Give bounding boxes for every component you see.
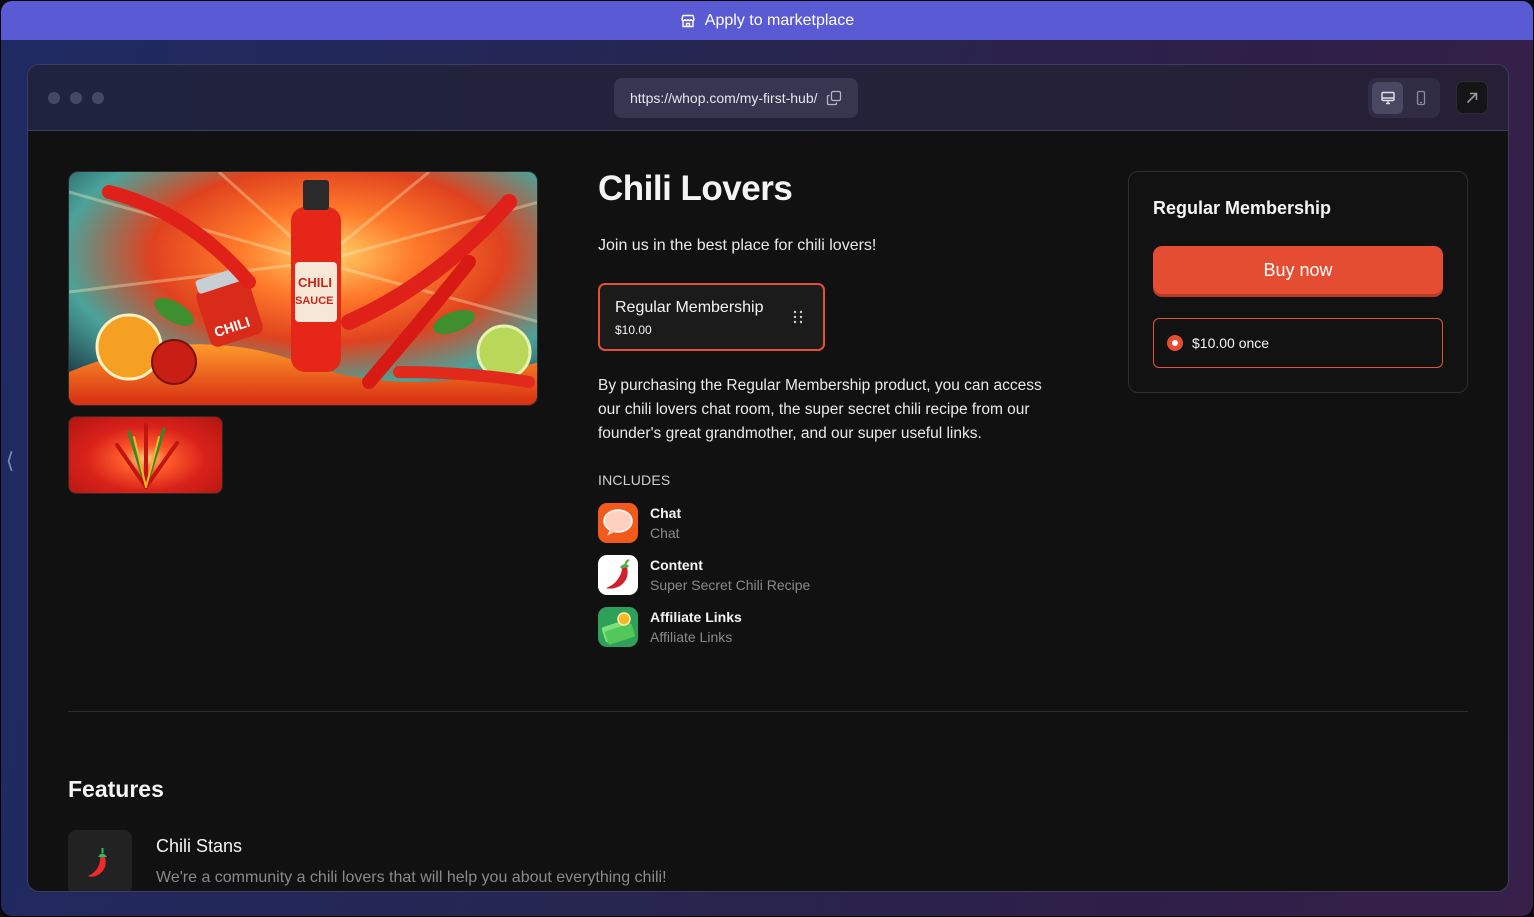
svg-text:CHILI: CHILI (298, 275, 332, 290)
includes-item-subtitle: Affiliate Links (650, 629, 733, 645)
apply-to-marketplace-banner[interactable]: Apply to marketplace (1, 1, 1533, 40)
includes-item-subtitle: Super Secret Chili Recipe (650, 577, 811, 593)
arrow-up-right-icon (1466, 92, 1478, 103)
price-option-once[interactable]: $10.00 once (1153, 318, 1443, 368)
window-dot (48, 92, 60, 104)
section-divider (68, 711, 1468, 712)
desktop-view-button[interactable] (1372, 82, 1403, 114)
product-tagline: Join us in the best place for chili love… (598, 237, 877, 254)
buy-now-button[interactable]: Buy now (1153, 246, 1443, 294)
includes-item-title: Affiliate Links (650, 609, 742, 625)
product-description: By purchasing the Regular Membership pro… (598, 377, 1042, 442)
radio-selected[interactable] (1167, 335, 1183, 351)
chevron-left-icon: ⟨ (5, 448, 15, 473)
product-hero-image[interactable]: CHILI CHILI SAUCE (68, 171, 538, 406)
url-text: https://whop.com/my-first-hub/ (630, 90, 818, 106)
drag-handle-icon[interactable] (792, 309, 804, 325)
app-frame: Apply to marketplace ⟨ https://whop.com/… (0, 0, 1534, 917)
preview-window: https://whop.com/my-first-hub/ CHILI CHI… (27, 64, 1509, 892)
checkout-title: Regular Membership (1153, 198, 1332, 218)
storefront-icon (681, 14, 695, 27)
chili-sauce-illustration: CHILI CHILI SAUCE (69, 172, 537, 405)
plan-card-regular-membership[interactable]: Regular Membership $10.00 (598, 283, 825, 351)
plan-price: $10.00 (615, 323, 652, 337)
sidebar-toggle[interactable]: ⟨ (3, 441, 17, 481)
mobile-view-button[interactable] (1405, 82, 1436, 114)
feature-item-chili-stans[interactable]: Chili Stans We're a community a chili lo… (68, 830, 768, 891)
monitor-icon (1380, 91, 1395, 105)
chili-pepper-icon (598, 555, 638, 595)
svg-text:SAUCE: SAUCE (295, 295, 334, 307)
chili-burst-thumbnail (115, 423, 179, 489)
includes-item-title: Content (650, 557, 703, 573)
features-heading: Features (68, 776, 164, 802)
chili-pepper-icon (68, 830, 132, 891)
checkout-panel: Regular Membership Buy now $10.00 once (1128, 171, 1468, 393)
feature-title: Chili Stans (156, 836, 243, 856)
includes-item-affiliate-links[interactable]: Affiliate Links Affiliate Links (598, 607, 810, 647)
feature-description: We're a community a chili lovers that wi… (156, 869, 667, 886)
price-option-label: $10.00 once (1192, 335, 1270, 351)
chat-bubble-icon (598, 503, 638, 543)
includes-item-subtitle: Chat (650, 525, 680, 541)
includes-label: INCLUDES (598, 472, 671, 488)
copy-icon[interactable] (826, 90, 842, 106)
includes-list: Chat Chat Content Super Secret Chili Rec… (598, 503, 810, 659)
includes-item-content[interactable]: Content Super Secret Chili Recipe (598, 555, 810, 595)
open-in-new-tab-button[interactable] (1456, 81, 1488, 114)
product-page: CHILI CHILI SAUCE Chili Lovers Join us i… (28, 131, 1508, 891)
includes-item-title: Chat (650, 505, 682, 521)
product-title: Chili Lovers (598, 169, 793, 208)
product-thumbnail[interactable] (68, 416, 223, 494)
includes-item-chat[interactable]: Chat Chat (598, 503, 810, 543)
window-controls (48, 92, 104, 104)
phone-icon (1416, 90, 1425, 106)
window-dot (92, 92, 104, 104)
browser-chrome: https://whop.com/my-first-hub/ (28, 65, 1508, 131)
url-bar[interactable]: https://whop.com/my-first-hub/ (614, 78, 858, 118)
money-stack-icon (598, 607, 638, 647)
device-toggle (1368, 78, 1440, 118)
plan-name: Regular Membership (615, 299, 764, 316)
banner-label: Apply to marketplace (704, 11, 855, 29)
window-dot (70, 92, 82, 104)
